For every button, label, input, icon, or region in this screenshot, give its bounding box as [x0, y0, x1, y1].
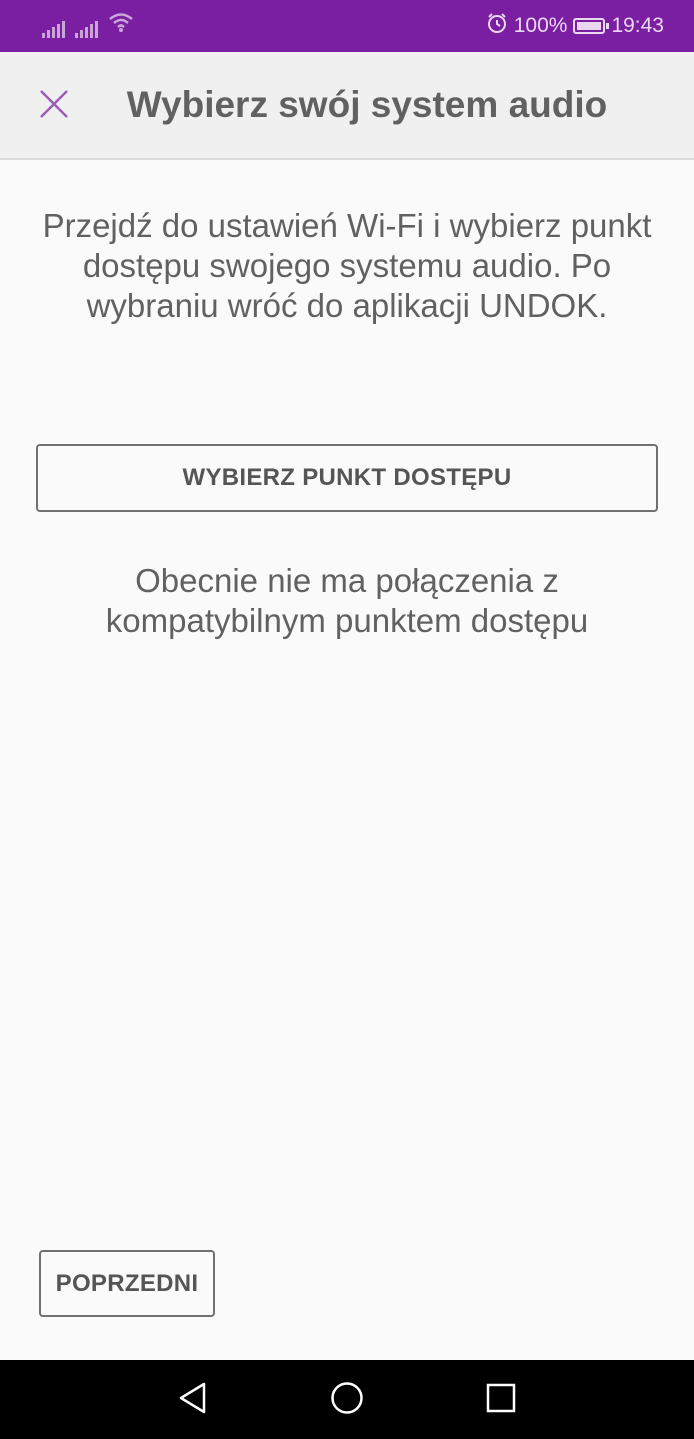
connection-status-text: Obecnie nie ma połączenia z kompatybilny… — [105, 562, 589, 639]
navigation-bar — [0, 1360, 694, 1439]
battery-icon — [573, 18, 610, 34]
status-bar: 100% 19:43 — [0, 0, 694, 52]
signal-icon — [75, 20, 98, 38]
page-title: Wybierz swój system audio — [126, 84, 608, 125]
battery-text: 100% — [513, 14, 568, 37]
clock: 19:43 — [611, 14, 664, 37]
instructions-text: Przejdź do ustawień Wi-Fi i wybierz punk… — [42, 207, 652, 324]
select-access-point-button[interactable]: WYBIERZ PUNKT DOSTĘPU — [36, 444, 658, 512]
app-bar: Wybierz swój system audio — [0, 52, 694, 160]
recents-icon — [486, 1383, 516, 1418]
alarm-icon — [486, 12, 508, 40]
home-icon — [330, 1381, 364, 1420]
close-icon — [38, 88, 70, 125]
back-icon — [176, 1381, 208, 1420]
status-left — [42, 11, 134, 38]
previous-button[interactable]: POPRZEDNI — [39, 1250, 215, 1317]
back-button[interactable] — [172, 1380, 212, 1420]
signal-icon — [42, 20, 65, 38]
home-button[interactable] — [327, 1380, 367, 1420]
close-button[interactable] — [30, 82, 78, 130]
wifi-icon — [108, 11, 134, 38]
recents-button[interactable] — [481, 1380, 521, 1420]
status-right: 100% 19:43 — [486, 12, 664, 40]
